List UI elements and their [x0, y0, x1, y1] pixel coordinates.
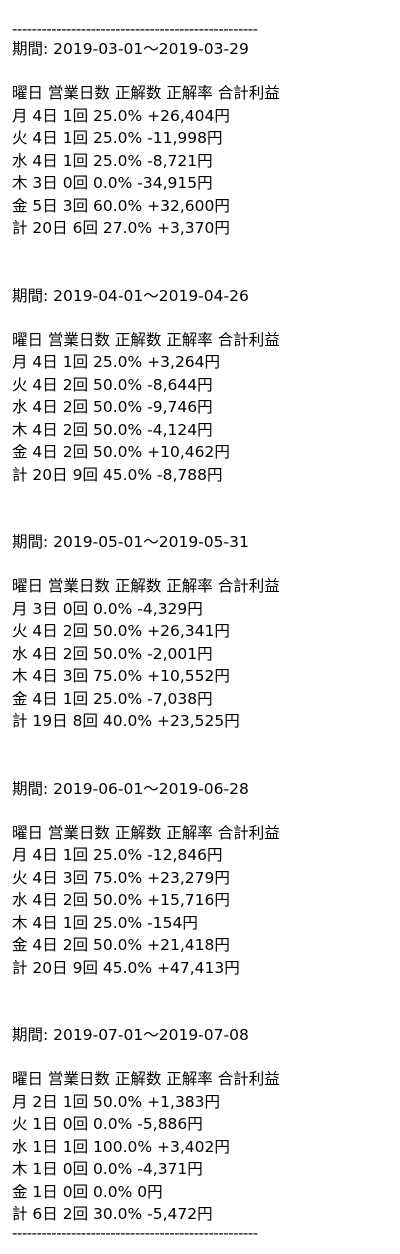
row-friday: 金 4日 2回 50.0% +21,418円 — [12, 936, 230, 954]
row-wednesday: 水 4日 2回 50.0% +15,716円 — [12, 891, 230, 909]
period-block-4: 期間: 2019-06-01～2019-06-28 曜日 営業日数 正解数 正解… — [12, 778, 400, 980]
row-monday: 月 3日 0回 0.0% -4,329円 — [12, 599, 203, 618]
period-range: 期間: 2019-03-01～2019-03-29 — [12, 40, 249, 58]
row-thursday: 木 4日 3回 75.0% +10,552円 — [12, 667, 230, 685]
period-block-3: 期間: 2019-05-01～2019-05-31 曜日 営業日数 正解数 正解… — [12, 531, 400, 733]
period-range: 期間: 2019-05-01～2019-05-31 — [12, 533, 249, 551]
row-friday: 金 4日 2回 50.0% +10,462円 — [12, 443, 230, 461]
row-monday: 月 4日 1回 25.0% -12,846円 — [12, 846, 223, 864]
row-thursday: 木 1日 0回 0.0% -4,371円 — [12, 1160, 203, 1178]
row-total: 計 6日 2回 30.0% -5,472円 — [12, 1205, 213, 1223]
row-monday: 月 2日 1回 50.0% +1,383円 — [12, 1092, 221, 1111]
period-range: 期間: 2019-06-01～2019-06-28 — [12, 779, 249, 798]
row-thursday: 木 4日 1回 25.0% -154円 — [12, 913, 198, 932]
period-range: 期間: 2019-04-01～2019-04-26 — [12, 286, 249, 305]
row-tuesday: 火 4日 2回 50.0% +26,341円 — [12, 622, 230, 640]
row-wednesday: 水 4日 2回 50.0% -9,746円 — [12, 398, 213, 416]
row-wednesday: 水 4日 1回 25.0% -8,721円 — [12, 151, 213, 170]
table-header: 曜日 営業日数 正解数 正解率 合計利益 — [12, 84, 280, 102]
row-thursday: 木 4日 2回 50.0% -4,124円 — [12, 420, 213, 439]
row-total: 計 19日 8回 40.0% +23,525円 — [12, 712, 240, 730]
top-divider: ----------------------------------------… — [12, 24, 258, 38]
period-block-2: 期間: 2019-04-01～2019-04-26 曜日 営業日数 正解数 正解… — [12, 285, 400, 487]
row-wednesday: 水 4日 2回 50.0% -2,001円 — [12, 644, 213, 663]
row-monday: 月 4日 1回 25.0% +3,264円 — [12, 353, 221, 371]
row-tuesday: 火 4日 1回 25.0% -11,998円 — [12, 129, 223, 147]
row-friday: 金 5日 3回 60.0% +32,600円 — [12, 196, 230, 215]
row-total: 計 20日 6回 27.0% +3,370円 — [12, 219, 230, 237]
row-tuesday: 火 1日 0回 0.0% -5,886円 — [12, 1115, 203, 1133]
row-tuesday: 火 4日 3回 75.0% +23,279円 — [12, 868, 230, 887]
period-range: 期間: 2019-07-01～2019-07-08 — [12, 1026, 249, 1044]
row-tuesday: 火 4日 2回 50.0% -8,644円 — [12, 375, 213, 394]
row-total: 計 20日 9回 45.0% +47,413円 — [12, 958, 240, 977]
row-thursday: 木 3日 0回 0.0% -34,915円 — [12, 174, 213, 192]
table-header: 曜日 営業日数 正解数 正解率 合計利益 — [12, 330, 280, 349]
row-total: 計 20日 9回 45.0% -8,788円 — [12, 465, 223, 484]
bottom-divider: ----------------------------------------… — [12, 1227, 258, 1242]
period-block-1: 期間: 2019-03-01～2019-03-29 曜日 営業日数 正解数 正解… — [12, 38, 400, 240]
row-friday: 金 4日 1回 25.0% -7,038円 — [12, 689, 213, 708]
row-wednesday: 水 1日 1回 100.0% +3,402円 — [12, 1137, 230, 1156]
results-document: ----------------------------------------… — [0, 0, 400, 1242]
table-header: 曜日 営業日数 正解数 正解率 合計利益 — [12, 823, 280, 842]
row-friday: 金 1日 0回 0.0% 0円 — [12, 1182, 163, 1201]
table-header: 曜日 営業日数 正解数 正解率 合計利益 — [12, 577, 280, 595]
row-monday: 月 4日 1回 25.0% +26,404円 — [12, 106, 230, 125]
table-header: 曜日 営業日数 正解数 正解率 合計利益 — [12, 1070, 280, 1088]
period-block-5: 期間: 2019-07-01～2019-07-08 曜日 営業日数 正解数 正解… — [12, 1024, 400, 1226]
